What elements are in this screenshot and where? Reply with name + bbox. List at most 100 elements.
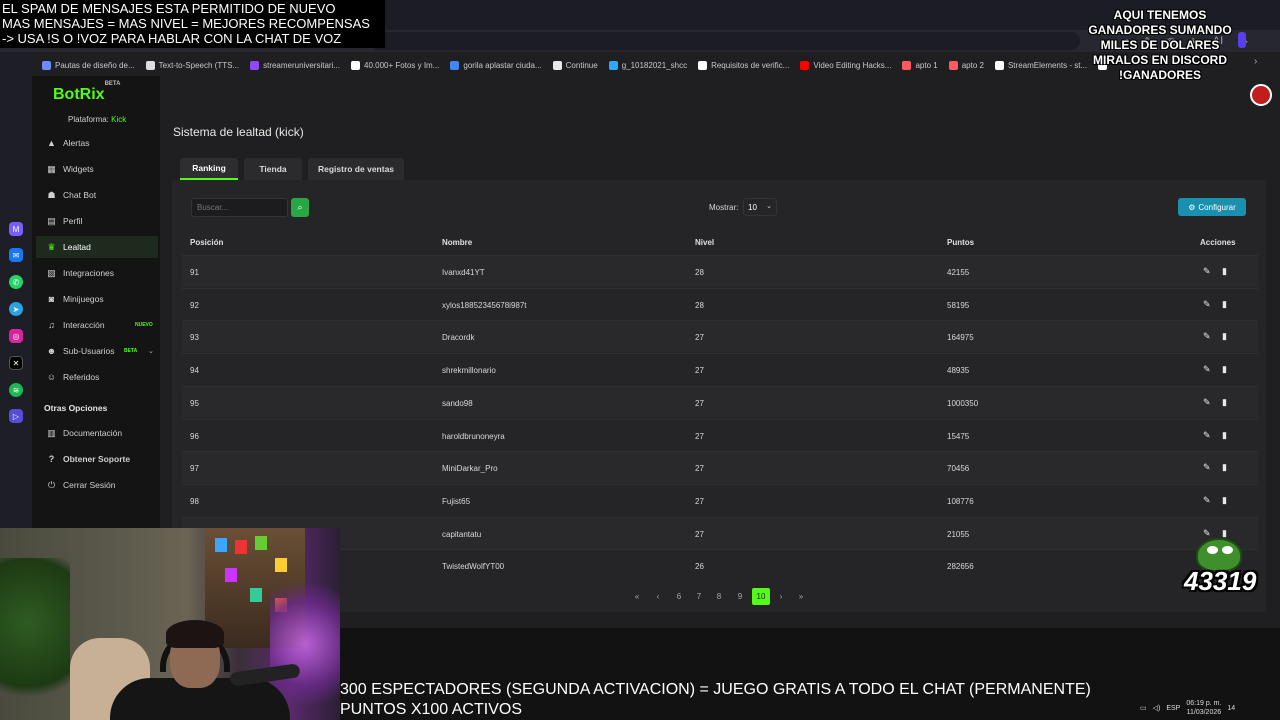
delete-icon[interactable]: ▮ [1222,266,1227,277]
edit-icon[interactable]: ✎ [1203,299,1211,310]
beta-badge: BETA [124,348,138,354]
edit-icon[interactable]: ✎ [1203,495,1211,506]
sidebar-item-perfil[interactable]: ▤ Perfil [36,210,158,232]
gamepad-icon: ◙ [48,294,55,304]
sidebar-item-chat-bot[interactable]: ☗ Chat Bot [36,184,158,206]
search-input[interactable] [191,198,288,217]
edit-icon[interactable]: ✎ [1203,430,1211,441]
tab-ranking[interactable]: Ranking [180,158,238,180]
bookmark-favicon-icon [250,60,260,70]
pagination-item[interactable]: « [628,588,646,605]
cell-pos: 95 [190,398,199,408]
column-header-points[interactable]: Puntos [947,238,974,247]
bookmark-item[interactable]: Video Editing Hacks... [800,60,891,70]
sidebar-item-widgets[interactable]: ▦ Widgets [36,158,158,180]
copilot-icon[interactable]: M [9,222,23,236]
sidebar-item-interacci-n[interactable]: ♫ Interacción NUEVO [36,314,158,336]
bookmark-item[interactable]: apto 1 [902,60,938,70]
show-entries-select[interactable]: 10 ⌄ [743,198,777,216]
instagram-icon[interactable]: ◎ [9,329,23,343]
bookmark-favicon-icon [948,60,958,70]
delete-icon[interactable]: ▮ [1222,331,1227,342]
column-header-name[interactable]: Nombre [442,238,472,247]
bookmark-item[interactable]: StreamElements - st... [994,60,1087,70]
delete-icon[interactable]: ▮ [1222,430,1227,441]
bookmark-item[interactable]: 40.000+ Fotos y Im... [351,60,439,70]
help-icon: ? [48,454,55,464]
delete-icon[interactable]: ▮ [1222,495,1227,506]
whatsapp-icon[interactable]: ✆ [9,275,23,289]
cell-name: MiniDarkar_Pro [442,464,498,474]
sidebar-item-referidos[interactable]: ☺ Referidos [36,366,158,388]
cell-level: 27 [695,333,704,343]
sidebar-item-sub-usuarios[interactable]: ☻ Sub-Usuarios BETA ⌄ [36,340,158,362]
delete-icon[interactable]: ▮ [1222,462,1227,473]
pagination-item[interactable]: 9 [731,588,749,605]
edit-icon[interactable]: ✎ [1203,331,1211,342]
cell-name: Fujist65 [442,496,471,506]
bookmark-item[interactable]: g_10182021_shcc [608,60,687,70]
delete-icon[interactable]: ▮ [1222,299,1227,310]
delete-icon[interactable]: ▮ [1222,528,1227,539]
player-icon[interactable]: ▷ [9,409,23,423]
messenger-icon[interactable]: ✉ [9,248,23,262]
sidebar-item-integraciones[interactable]: ▧ Integraciones [36,262,158,284]
spotify-icon[interactable]: ≋ [9,383,23,397]
edit-icon[interactable]: ✎ [1203,397,1211,408]
tray-notifications-icon[interactable]: 14 [1227,705,1235,712]
bookmark-item[interactable]: apto 2 [948,60,984,70]
bookmark-item[interactable]: Pautas de diseño de... [42,60,135,70]
tray-volume-icon[interactable]: ◁) [1153,704,1161,712]
cell-pos: 97 [190,464,199,474]
cell-name: haroldbrunoneyra [442,431,505,441]
column-header-level[interactable]: Nivel [695,238,714,247]
cell-pos: 98 [190,496,199,506]
tab-registro-ventas[interactable]: Registro de ventas [308,158,404,180]
sidebar-item-documentaci-n[interactable]: ▥ Documentación [36,422,158,444]
pagination-item[interactable]: 6 [670,588,688,605]
pagination-item[interactable]: ‹ [649,588,667,605]
tray-network-icon[interactable]: ▭ [1140,704,1147,712]
delete-icon[interactable]: ▮ [1222,397,1227,408]
sidebar-item-obtener-soporte[interactable]: ? Obtener Soporte [36,448,158,470]
sidebar-item-label: Referidos [63,372,100,382]
sidebar-item-alertas[interactable]: ▲ Alertas [36,132,158,154]
sidebar-item-lealtad[interactable]: ♛ Lealtad [36,236,158,258]
botrix-logo[interactable]: BotRixBETA [53,81,120,104]
telegram-icon[interactable]: ➤ [9,302,23,316]
edit-icon[interactable]: ✎ [1203,266,1211,277]
pagination-item[interactable]: 10 [752,588,770,605]
address-field[interactable] [370,32,1080,50]
bookmark-item[interactable]: Continue [552,60,598,70]
pagination-item[interactable]: » [792,588,810,605]
sidebar-item-cerrar-sesi-n[interactable]: ⏻ Cerrar Sesión [36,474,158,496]
search-button[interactable]: ⌕ [291,198,309,217]
grid-icon: ▧ [47,267,56,278]
column-header-position[interactable]: Posición [190,238,223,247]
x-twitter-icon[interactable]: ✕ [9,356,23,370]
edit-icon[interactable]: ✎ [1203,462,1211,473]
table-row: 92 xylos18852345678i987t 28 58195 ✎ ▮ [182,287,1258,320]
bookmark-favicon-icon [994,60,1004,70]
sidebar-item-minijuegos[interactable]: ◙ Minijuegos [36,288,158,310]
bookmark-item[interactable]: streameruniversitari... [250,60,340,70]
sidebar-item-label: Alertas [63,138,90,148]
delete-icon[interactable]: ▮ [1222,364,1227,375]
bookmarks-more-icon[interactable]: › [1254,56,1257,67]
edit-icon[interactable]: ✎ [1203,528,1211,539]
overlay-top-line: -> USA !S O !VOZ PARA HABLAR CON LA CHAT… [2,31,342,46]
sidebar-item-label: Obtener Soporte [63,454,131,464]
pagination-item[interactable]: 7 [690,588,708,605]
tray-language[interactable]: ESP [1166,705,1180,712]
edit-icon[interactable]: ✎ [1203,364,1211,375]
cell-name: Dracordk [442,333,475,343]
bookmark-item[interactable]: gorila aplastar ciuda... [450,60,542,70]
cell-level: 27 [695,398,704,408]
tab-tienda[interactable]: Tienda [244,158,302,180]
bookmark-item[interactable]: Text-to-Speech (TTS... [145,60,239,70]
pagination-item[interactable]: › [772,588,790,605]
bookmark-item[interactable]: Requisitos de verific... [698,60,789,70]
configure-button[interactable]: ⚙ Configurar [1178,198,1246,216]
pagination-item[interactable]: 8 [710,588,728,605]
tray-clock[interactable]: 06:19 p. m. 11/03/2026 [1186,699,1221,717]
